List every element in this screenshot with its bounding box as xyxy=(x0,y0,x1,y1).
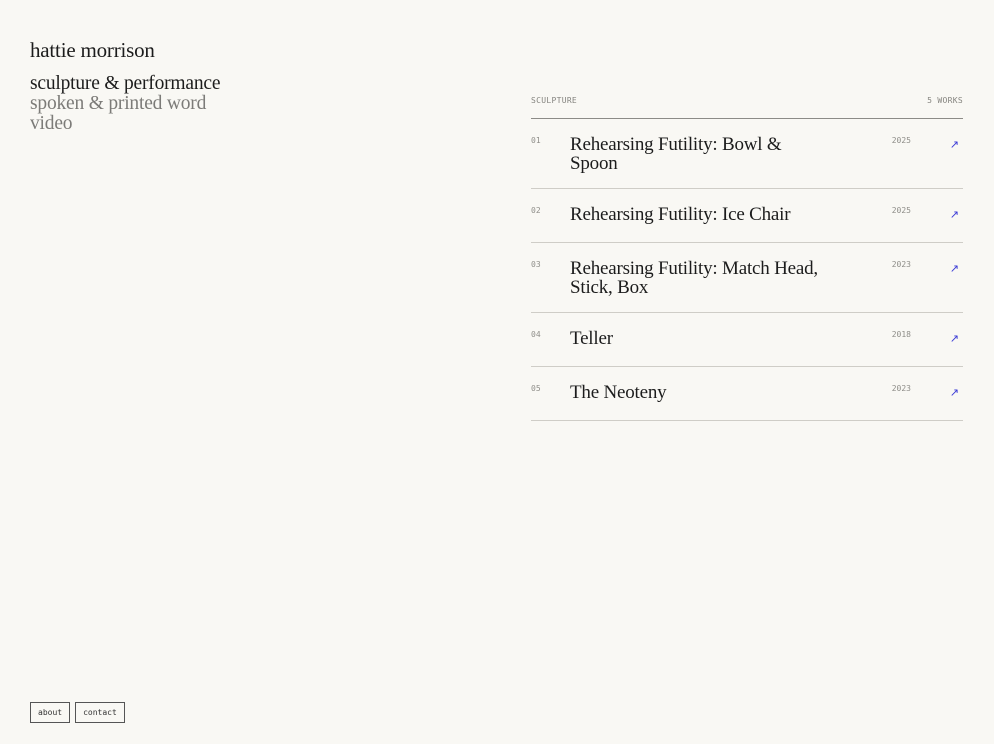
category-nav: sculpture & performance spoken & printed… xyxy=(30,74,221,134)
work-number: 03 xyxy=(531,260,541,269)
work-number: 04 xyxy=(531,330,541,339)
work-title[interactable]: Rehearsing Futility: Match Head, Stick, … xyxy=(570,259,830,297)
work-title[interactable]: Rehearsing Futility: Ice Chair xyxy=(570,205,830,224)
work-year: 2025 xyxy=(891,136,911,145)
contact-button[interactable]: contact xyxy=(75,702,125,723)
works-list: SCULPTURE 5 WORKS 01 Rehearsing Futility… xyxy=(531,96,963,421)
about-button[interactable]: about xyxy=(30,702,71,723)
work-row[interactable]: 03 Rehearsing Futility: Match Head, Stic… xyxy=(531,243,963,313)
footer: about contact xyxy=(30,702,125,723)
arrow-up-right-icon[interactable]: ↗ xyxy=(950,387,959,398)
arrow-up-right-icon[interactable]: ↗ xyxy=(950,209,959,220)
section-label: SCULPTURE xyxy=(531,96,578,105)
nav-item-sculpture-performance[interactable]: sculpture & performance xyxy=(30,74,221,94)
work-number: 05 xyxy=(531,384,541,393)
work-title[interactable]: Teller xyxy=(570,329,830,348)
work-row[interactable]: 04 Teller 2018 ↗ xyxy=(531,313,963,367)
works-header: SCULPTURE 5 WORKS xyxy=(531,96,963,119)
work-row[interactable]: 02 Rehearsing Futility: Ice Chair 2025 ↗ xyxy=(531,189,963,243)
work-title[interactable]: The Neoteny xyxy=(570,383,830,402)
arrow-up-right-icon[interactable]: ↗ xyxy=(950,333,959,344)
work-row[interactable]: 05 The Neoteny 2023 ↗ xyxy=(531,367,963,421)
site-name[interactable]: hattie morrison xyxy=(30,38,155,63)
work-year: 2023 xyxy=(891,384,911,393)
work-number: 01 xyxy=(531,136,541,145)
work-row[interactable]: 01 Rehearsing Futility: Bowl & Spoon 202… xyxy=(531,119,963,189)
nav-item-spoken-printed-word[interactable]: spoken & printed word xyxy=(30,94,220,114)
nav-item-video[interactable]: video xyxy=(30,114,220,134)
arrow-up-right-icon[interactable]: ↗ xyxy=(950,263,959,274)
work-title[interactable]: Rehearsing Futility: Bowl & Spoon xyxy=(570,135,830,173)
works-count: 5 WORKS xyxy=(927,96,963,105)
work-year: 2023 xyxy=(891,260,911,269)
work-number: 02 xyxy=(531,206,541,215)
work-year: 2018 xyxy=(891,330,911,339)
arrow-up-right-icon[interactable]: ↗ xyxy=(950,139,959,150)
work-year: 2025 xyxy=(891,206,911,215)
